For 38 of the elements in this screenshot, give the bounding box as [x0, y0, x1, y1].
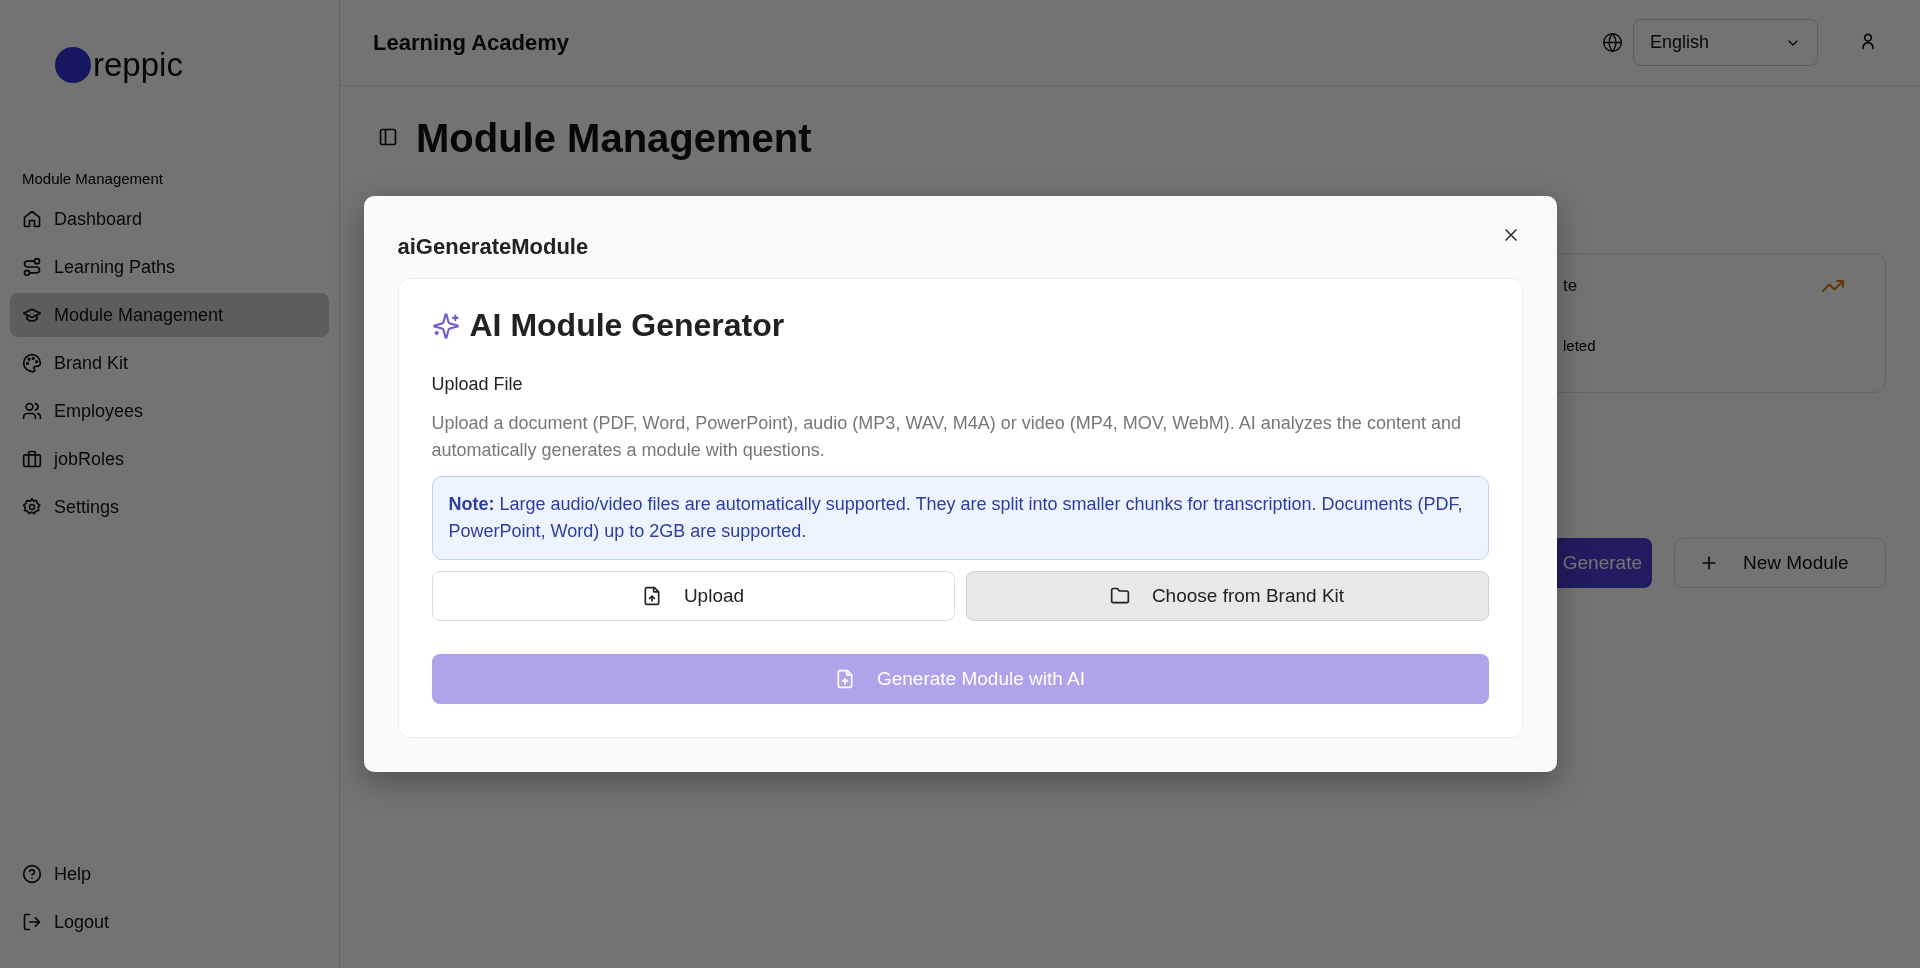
palette-icon	[22, 353, 42, 373]
field-label: Upload File	[431, 374, 524, 395]
stat-label: te	[1563, 276, 1578, 296]
route-icon	[22, 257, 42, 277]
logo-text: reppic	[93, 46, 183, 84]
note-text: Note: Large audio/video files are automatically supported. They are split into smaller chunks for transcription. Documents (PDF, PowerPoint, Word) up to 2GB are supported.	[431, 476, 1489, 560]
sidebar-item[interactable]: Brand Kit	[10, 341, 329, 385]
sidebar-item[interactable]: Help	[10, 852, 329, 896]
sidebar-item[interactable]: Learning Paths	[10, 245, 329, 289]
help-icon	[22, 864, 42, 884]
graduation-cap-icon	[22, 305, 42, 325]
page-title: Module Management	[416, 116, 812, 161]
sidebar-item[interactable]: jobRoles	[10, 437, 329, 481]
logo-circle-icon	[55, 47, 91, 83]
description-text: Upload a document (PDF, Word, PowerPoint), audio (MP3, WAV, M4A) or video (MP4, MOV, WebM). AI analyzes the content and automatically generates a module with questions.	[431, 412, 1462, 462]
folder-icon	[1109, 586, 1130, 606]
briefcase-icon	[22, 449, 42, 469]
sidebar-item[interactable]: Dashboard	[10, 197, 329, 241]
new-module-button[interactable]: New Module	[1674, 538, 1886, 588]
panel-icon	[378, 127, 398, 147]
settings-icon	[22, 497, 42, 517]
brand-kit-button[interactable]: Choose from Brand Kit	[965, 571, 1489, 621]
logout-icon	[22, 912, 42, 932]
app-title: Learning Academy	[373, 29, 570, 56]
language-select[interactable]: English	[1633, 19, 1818, 66]
generator-heading: AI Module Generator	[469, 307, 785, 344]
globe-icon	[1602, 32, 1623, 53]
upload-button[interactable]: Upload	[431, 571, 955, 621]
section-label: Module Management	[21, 170, 164, 187]
house-icon	[22, 209, 42, 229]
sidebar-item[interactable]: Settings	[10, 485, 329, 529]
sparkles-icon	[431, 311, 460, 340]
sidebar-item[interactable]: Employees	[10, 389, 329, 433]
sidebar-item[interactable]: Module Management	[10, 293, 329, 337]
sidebar-item[interactable]: Logout	[10, 900, 329, 944]
stat-caption: leted	[1563, 337, 1597, 356]
dialog-title: aiGenerateModule	[397, 234, 589, 260]
users-icon	[22, 401, 42, 421]
